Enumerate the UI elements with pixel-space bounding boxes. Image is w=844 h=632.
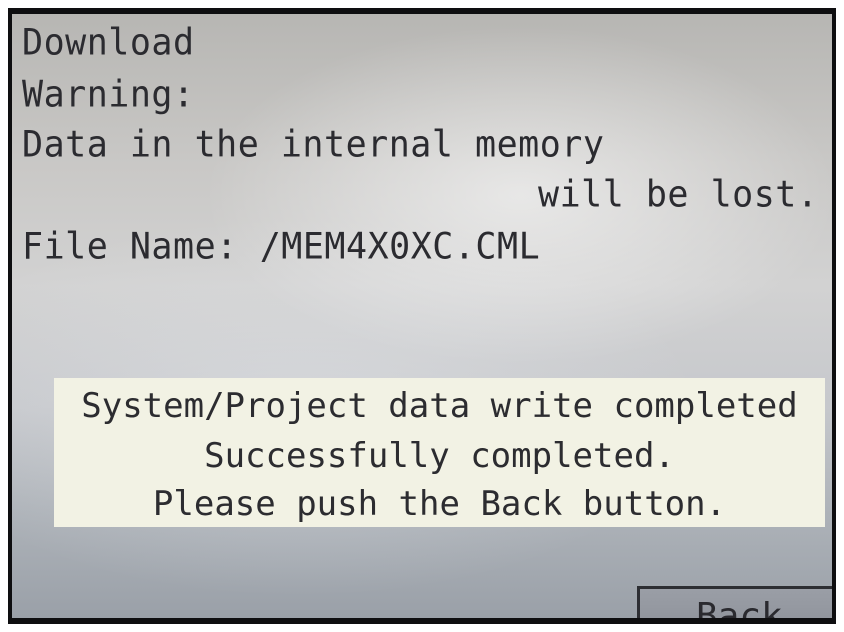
back-button[interactable]: Back (637, 586, 832, 618)
warning-label: Warning: (22, 74, 195, 116)
file-name-value: /MEM4X0XC.CML (259, 226, 541, 268)
status-dialog: System/Project data write completed Succ… (54, 378, 825, 527)
device-bezel: Download Warning: Data in the internal m… (8, 8, 836, 624)
hmi-screen: Download Warning: Data in the internal m… (12, 14, 832, 618)
warning-message-line-1: Data in the internal memory (22, 124, 605, 166)
screen-title: Download (22, 22, 195, 64)
status-message-write: System/Project data write completed (81, 386, 798, 426)
warning-message-line-2: will be lost. (538, 174, 819, 216)
file-name-label: File Name: (22, 226, 238, 268)
status-message-instruction: Please push the Back button. (152, 484, 727, 524)
back-button-label: Back (696, 596, 783, 619)
file-name-row: File Name: /MEM4X0XC.CML (22, 226, 540, 268)
status-message-success: Successfully completed. (204, 436, 675, 476)
